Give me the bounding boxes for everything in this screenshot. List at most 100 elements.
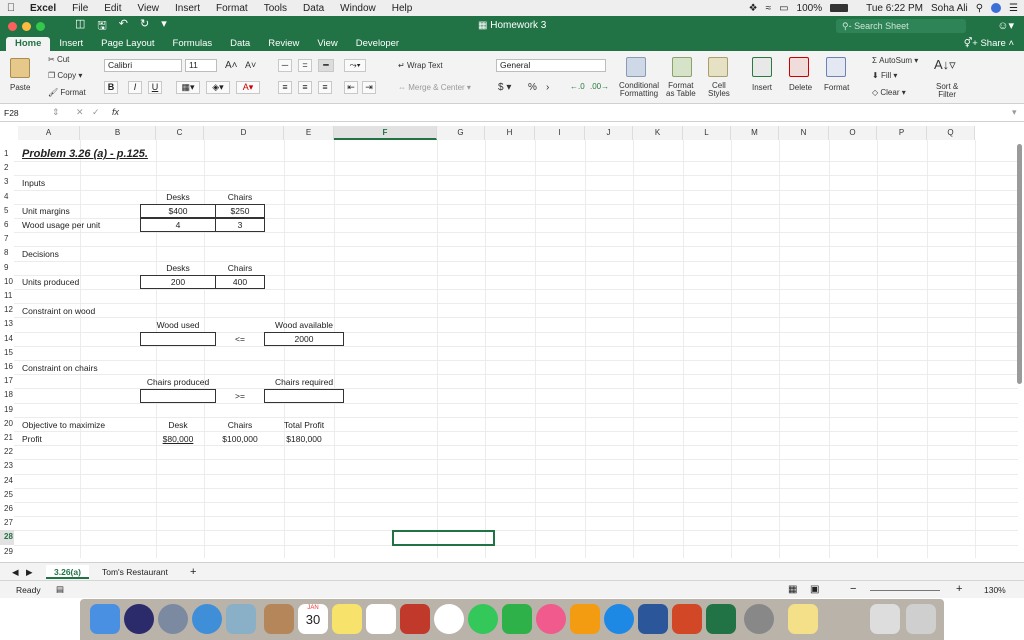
column-header-N[interactable]: N bbox=[779, 126, 829, 140]
spotlight-icon[interactable]: ⚲ bbox=[976, 3, 983, 14]
cell-A5[interactable]: Unit margins bbox=[22, 204, 70, 218]
column-header-I[interactable]: I bbox=[535, 126, 585, 140]
notes-icon[interactable] bbox=[332, 604, 362, 634]
column-header-C[interactable]: C bbox=[156, 126, 204, 140]
undo-icon[interactable]: ↶ bbox=[119, 17, 128, 36]
column-header-G[interactable]: G bbox=[437, 126, 485, 140]
tab-insert[interactable]: Insert bbox=[50, 37, 92, 51]
row-header-6[interactable]: 6 bbox=[0, 218, 14, 232]
row-header-7[interactable]: 7 bbox=[0, 232, 14, 246]
column-header-A[interactable]: A bbox=[18, 126, 80, 140]
menu-help[interactable]: Help bbox=[384, 3, 421, 14]
cell-A8[interactable]: Decisions bbox=[22, 247, 59, 261]
row-header-29[interactable]: 29 bbox=[0, 545, 14, 558]
stickies-icon[interactable] bbox=[788, 604, 818, 634]
reminders-icon[interactable] bbox=[366, 604, 396, 634]
tab-home[interactable]: Home bbox=[6, 37, 51, 51]
menu-view[interactable]: View bbox=[130, 3, 168, 14]
clock[interactable]: Tue 6:22 PM bbox=[866, 3, 923, 14]
borders-button[interactable]: ▦▾ bbox=[176, 81, 200, 94]
row-header-2[interactable]: 2 bbox=[0, 161, 14, 175]
align-left-button[interactable]: ≡ bbox=[278, 81, 292, 94]
sort-filter-button[interactable]: Sort & Filter bbox=[936, 83, 958, 99]
cell-C5[interactable]: $250 bbox=[215, 204, 265, 218]
column-header-M[interactable]: M bbox=[731, 126, 779, 140]
cell-A12[interactable]: Constraint on wood bbox=[22, 304, 95, 318]
row-header-16[interactable]: 16 bbox=[0, 360, 14, 374]
expand-formula-bar-icon[interactable]: ▾ bbox=[1012, 107, 1017, 118]
autosum-button[interactable]: Σ AutoSum ▾ bbox=[872, 56, 918, 65]
comma-button[interactable]: › bbox=[546, 82, 549, 93]
feedback-smile-icon[interactable]: ☺▾ bbox=[997, 19, 1014, 32]
save-icon[interactable]: 🖫 bbox=[97, 17, 106, 36]
minimize-window-button[interactable] bbox=[22, 22, 31, 31]
word-icon[interactable] bbox=[638, 604, 668, 634]
clear-button[interactable]: ◇ Clear ▾ bbox=[872, 88, 906, 97]
cell-B20[interactable]: Desk bbox=[140, 418, 216, 432]
cell-D17[interactable]: Chairs required bbox=[264, 375, 344, 389]
cell-A20[interactable]: Objective to maximize bbox=[22, 418, 105, 432]
menu-data[interactable]: Data bbox=[295, 3, 332, 14]
excel-icon[interactable] bbox=[706, 604, 736, 634]
menu-window[interactable]: Window bbox=[332, 3, 384, 14]
row-header-8[interactable]: 8 bbox=[0, 246, 14, 260]
preview-icon[interactable] bbox=[226, 604, 256, 634]
safari-icon[interactable] bbox=[192, 604, 222, 634]
cell-D18[interactable] bbox=[264, 389, 344, 403]
trash-icon[interactable] bbox=[906, 604, 936, 634]
share-button[interactable]: ⚥+ Share ˄ bbox=[964, 37, 1014, 50]
format-as-table-button[interactable]: Format as Table bbox=[666, 82, 696, 98]
tab-developer[interactable]: Developer bbox=[347, 37, 408, 51]
column-header-B[interactable]: B bbox=[80, 126, 156, 140]
cell-A10[interactable]: Units produced bbox=[22, 275, 79, 289]
battery-icon[interactable] bbox=[830, 4, 849, 12]
cell-B17[interactable]: Chairs produced bbox=[140, 375, 216, 389]
photos-icon[interactable] bbox=[434, 604, 464, 634]
decrease-indent-button[interactable]: ⇤ bbox=[344, 81, 358, 94]
contacts-icon[interactable] bbox=[264, 604, 294, 634]
facetime-icon[interactable] bbox=[502, 604, 532, 634]
vertical-scrollbar[interactable] bbox=[1017, 144, 1022, 384]
tab-review[interactable]: Review bbox=[259, 37, 308, 51]
row-header-25[interactable]: 25 bbox=[0, 488, 14, 502]
menu-tools[interactable]: Tools bbox=[256, 3, 295, 14]
name-box-stepper-icon[interactable]: ⇕ bbox=[52, 107, 60, 118]
cell-C14[interactable]: <= bbox=[216, 332, 264, 346]
format-cells-icon[interactable] bbox=[826, 57, 846, 77]
row-header-24[interactable]: 24 bbox=[0, 474, 14, 488]
decrease-decimal-button[interactable]: .00→ bbox=[590, 82, 609, 91]
cell-C18[interactable]: >= bbox=[216, 389, 264, 403]
siri-dock-icon[interactable] bbox=[124, 604, 154, 634]
menu-insert[interactable]: Insert bbox=[167, 3, 208, 14]
cell-C4[interactable]: Chairs bbox=[216, 190, 264, 204]
sidebar-toggle-icon[interactable]: ◫ bbox=[75, 17, 85, 36]
format-painter-button[interactable]: 🖌 Format bbox=[48, 88, 86, 97]
row-header-13[interactable]: 13 bbox=[0, 317, 14, 331]
font-size-select[interactable]: 11 bbox=[185, 59, 217, 72]
decrease-font-size-button[interactable]: A˅ bbox=[245, 60, 256, 70]
finder-icon[interactable] bbox=[90, 604, 120, 634]
itunes-icon[interactable] bbox=[536, 604, 566, 634]
row-header-3[interactable]: 3 bbox=[0, 175, 14, 189]
cell-C9[interactable]: Chairs bbox=[216, 261, 264, 275]
cancel-formula-icon[interactable]: ✕ bbox=[76, 107, 84, 118]
cell-B14[interactable] bbox=[140, 332, 216, 346]
siri-icon[interactable] bbox=[991, 3, 1002, 13]
conditional-formatting-button[interactable]: Conditional Formatting bbox=[619, 82, 659, 98]
column-header-K[interactable]: K bbox=[633, 126, 683, 140]
wrap-text-button[interactable]: ↵ Wrap Text bbox=[398, 61, 443, 70]
ibooks-icon[interactable] bbox=[570, 604, 600, 634]
cell-D14[interactable]: 2000 bbox=[264, 332, 344, 346]
delete-cells-icon[interactable] bbox=[789, 57, 809, 77]
cell-B10[interactable]: 200 bbox=[140, 275, 216, 289]
system-preferences-icon[interactable] bbox=[744, 604, 774, 634]
format-cells-button[interactable]: Format bbox=[824, 83, 849, 92]
cell-A1[interactable]: Problem 3.26 (a) - p.125. bbox=[22, 147, 148, 161]
dropbox-icon[interactable]: ❖ bbox=[749, 3, 758, 14]
user-name[interactable]: Soha Ali bbox=[931, 3, 968, 14]
cell-C20[interactable]: Chairs bbox=[216, 418, 264, 432]
currency-button[interactable]: $ ▾ bbox=[498, 82, 511, 93]
increase-font-size-button[interactable]: A˄ bbox=[225, 60, 238, 71]
row-header-14[interactable]: 14 bbox=[0, 332, 14, 346]
cell-A21[interactable]: Profit bbox=[22, 432, 42, 446]
